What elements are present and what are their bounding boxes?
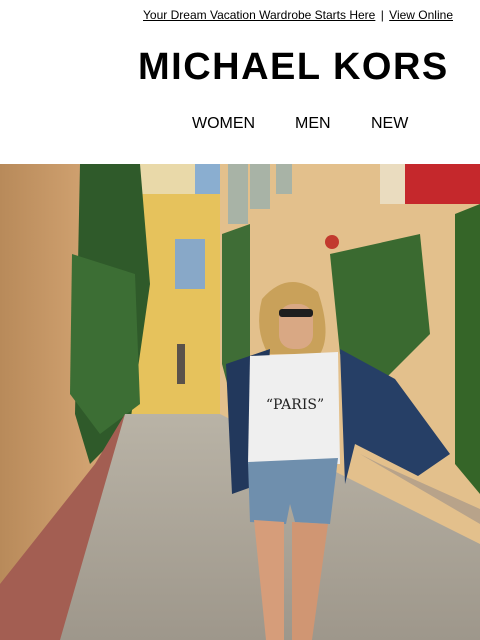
preheader-separator: |: [380, 8, 384, 22]
hero-image[interactable]: “PARIS”: [0, 164, 480, 640]
main-nav: WOMEN MEN NEW: [0, 115, 480, 135]
nav-women[interactable]: WOMEN: [192, 115, 255, 133]
view-online-link[interactable]: View Online: [389, 8, 453, 22]
preheader-bar: Your Dream Vacation Wardrobe Starts Here…: [0, 0, 480, 30]
hero-street-scene: “PARIS”: [0, 164, 480, 640]
brand-logo[interactable]: MICHAEL KORS: [138, 46, 468, 92]
vacation-wardrobe-link[interactable]: Your Dream Vacation Wardrobe Starts Here: [143, 8, 375, 22]
nav-men[interactable]: MEN: [295, 115, 331, 133]
nav-new[interactable]: NEW: [371, 115, 408, 133]
shirt-print: “PARIS”: [266, 397, 324, 413]
preheader-links: Your Dream Vacation Wardrobe Starts Here…: [143, 8, 453, 22]
